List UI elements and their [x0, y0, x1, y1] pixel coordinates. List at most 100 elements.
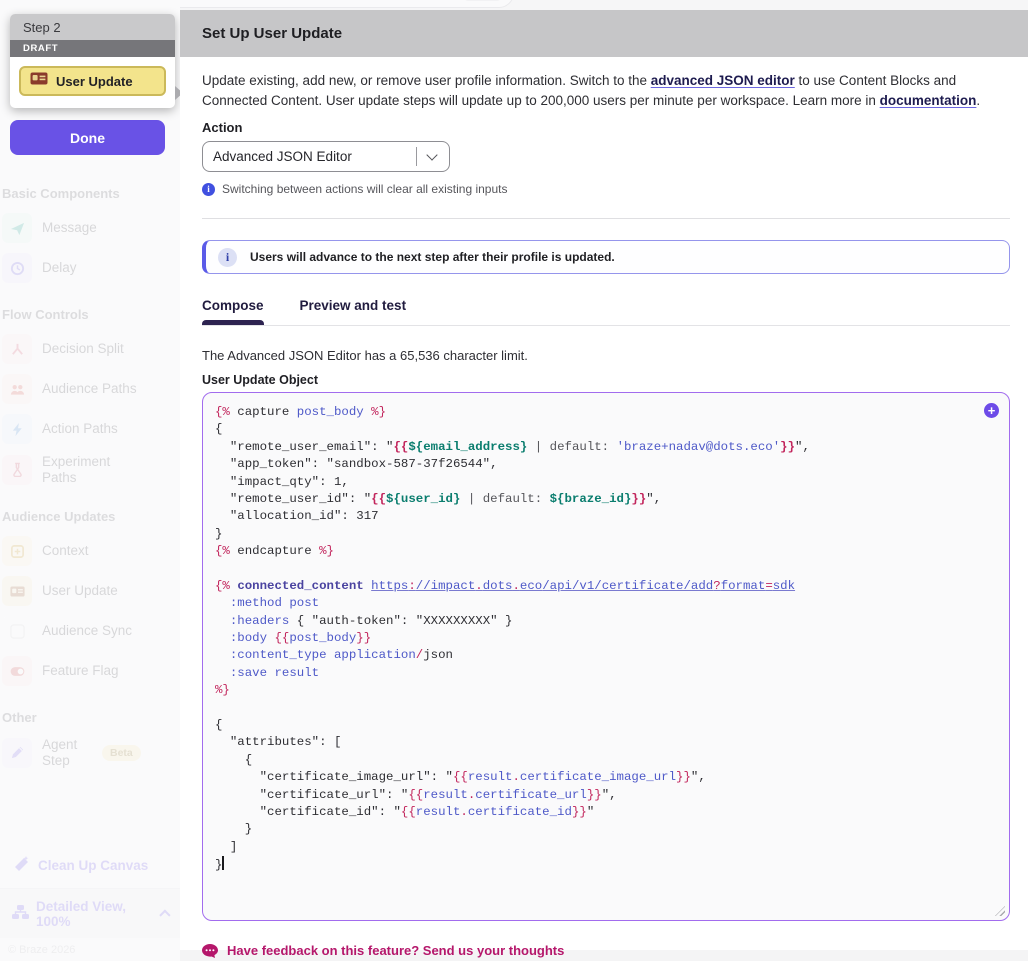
sidebar-item-label: User Update — [42, 583, 118, 599]
code-line: "allocation_id": 317 — [215, 508, 985, 525]
step-node-label: User Update — [56, 74, 133, 89]
text-cursor — [222, 856, 224, 870]
search-shortcut: ⌘+K — [464, 0, 501, 1]
feedback-link[interactable]: Have feedback on this feature? Send us y… — [227, 943, 564, 958]
advanced-json-editor-link[interactable]: advanced JSON editor — [651, 73, 795, 88]
sidebar-item-label: Experiment Paths — [42, 454, 142, 485]
code-line: "app_token": "sandbox-587-37f26544", — [215, 456, 985, 473]
code-line: :headers { "auth-token": "XXXXXXXXX" } — [215, 613, 985, 630]
sidebar-item-delay[interactable]: Delay — [2, 249, 170, 287]
user-update-object-editor[interactable]: + {% capture post_body %}{ "remote_user_… — [202, 392, 1010, 921]
code-line: :save result — [215, 665, 985, 682]
sidebar-item-context[interactable]: Context — [2, 532, 170, 570]
chevron-up-icon — [159, 910, 170, 921]
section-heading-audience-updates: Audience Updates — [2, 509, 170, 524]
user-update-object-label: User Update Object — [202, 373, 1010, 387]
code-line: "certificate_url": "{{result.certificate… — [215, 787, 985, 804]
done-button[interactable]: Done — [10, 120, 165, 155]
sync-icon — [2, 616, 32, 646]
code-line: %} — [215, 682, 985, 699]
code-line: :body {{post_body}} — [215, 630, 985, 647]
sidebar-item-decision-split[interactable]: Decision Split — [2, 330, 170, 368]
character-limit-note: The Advanced JSON Editor has a 65,536 ch… — [202, 348, 1010, 363]
set-up-user-update-panel: Set Up User Update Update existing, add … — [180, 10, 1028, 950]
action-switch-note: i Switching between actions will clear a… — [202, 182, 1010, 196]
tab-preview-and-test[interactable]: Preview and test — [300, 298, 407, 325]
description: Update existing, add new, or remove user… — [202, 71, 1010, 111]
info-banner-text: Users will advance to the next step afte… — [250, 250, 615, 264]
description-text: Update existing, add new, or remove user… — [202, 73, 651, 88]
code-content: {% capture post_body %}{ "remote_user_em… — [203, 393, 1009, 884]
sidebar-item-label: Message — [42, 220, 97, 236]
detailed-view-toggle[interactable]: Detailed View, 100% — [0, 888, 180, 938]
step-card: Step 2 DRAFT User Update — [10, 14, 175, 108]
sidebar-item-label: Audience Paths — [42, 381, 137, 397]
sitemap-icon — [12, 905, 29, 923]
panel-header: Set Up User Update — [180, 10, 1028, 57]
chevron-down-icon — [426, 149, 437, 160]
code-line: "certificate_image_url": "{{result.certi… — [215, 769, 985, 786]
magic-wand-icon — [14, 856, 30, 875]
code-line: } — [215, 526, 985, 543]
info-banner: i Users will advance to the next step af… — [202, 240, 1010, 274]
id-card-icon — [2, 576, 32, 606]
select-divider — [416, 147, 417, 166]
id-card-icon — [30, 72, 48, 90]
sidebar-item-experiment-paths[interactable]: Experiment Paths — [2, 450, 170, 489]
code-line: "remote_user_id": "{{${user_id} | defaul… — [215, 491, 985, 508]
code-line: } — [215, 856, 985, 873]
code-line: { — [215, 752, 985, 769]
beta-badge: Beta — [102, 745, 141, 761]
resize-handle[interactable] — [995, 906, 1005, 916]
copyright: © Braze 2026 — [8, 944, 75, 956]
section-heading-basic-components: Basic Components — [2, 186, 170, 201]
split-icon — [2, 334, 32, 364]
sidebar-item-label: Decision Split — [42, 341, 124, 357]
code-line: "certificate_id": "{{result.certificate_… — [215, 804, 985, 821]
code-line: { — [215, 421, 985, 438]
description-text: . — [976, 93, 980, 108]
code-line: } — [215, 821, 985, 838]
code-line: :method post — [215, 595, 985, 612]
code-line — [215, 561, 985, 578]
section-heading-other: Other — [2, 710, 170, 725]
sidebar-item-audience-sync[interactable]: Audience Sync — [2, 612, 170, 650]
sidebar-item-label: Feature Flag — [42, 663, 119, 679]
sidebar-item-user-update[interactable]: User Update — [2, 572, 170, 610]
sidebar-item-label: Action Paths — [42, 421, 118, 437]
documentation-link[interactable]: documentation — [880, 93, 977, 108]
speech-bubble-icon — [202, 944, 218, 958]
code-line: "remote_user_email": "{{${email_address}… — [215, 439, 985, 456]
section-heading-flow-controls: Flow Controls — [2, 307, 170, 322]
sidebar-item-feature-flag[interactable]: Feature Flag — [2, 652, 170, 690]
action-select[interactable]: Advanced JSON Editor — [202, 141, 450, 172]
pen-icon — [2, 738, 32, 768]
clock-icon — [2, 253, 32, 283]
code-line: ] — [215, 839, 985, 856]
info-icon: i — [202, 183, 215, 196]
audience-icon — [2, 374, 32, 404]
clean-up-canvas-button[interactable]: Clean Up Canvas — [14, 856, 148, 875]
sidebar-item-audience-paths[interactable]: Audience Paths — [2, 370, 170, 408]
code-line: :content_type application/json — [215, 647, 985, 664]
code-line: { — [215, 717, 985, 734]
code-line: "attributes": [ — [215, 734, 985, 751]
sidebar-item-label: Agent Step — [42, 737, 86, 768]
sidebar-item-message[interactable]: Message — [2, 209, 170, 247]
user-update-step-node[interactable]: User Update — [19, 66, 166, 96]
step-popover: Step 2 DRAFT User Update Done — [10, 14, 175, 155]
toggle-icon — [2, 656, 32, 686]
page-title: Set Up User Update — [202, 25, 342, 42]
code-line: "impact_qty": 1, — [215, 474, 985, 491]
context-icon — [2, 536, 32, 566]
flask-icon — [2, 455, 32, 485]
sidebar-item-agent-step[interactable]: Agent Step Beta — [2, 733, 170, 772]
lightning-icon — [2, 414, 32, 444]
code-line: {% connected_content https://impact.dots… — [215, 578, 985, 595]
component-sidebar: Basic Components Message Delay Flow Control… — [0, 0, 180, 961]
sidebar-item-label: Delay — [42, 260, 77, 276]
insert-personalization-button[interactable]: + — [984, 403, 999, 418]
sidebar-item-action-paths[interactable]: Action Paths — [2, 410, 170, 448]
divider — [202, 218, 1010, 219]
tab-compose[interactable]: Compose — [202, 298, 264, 325]
